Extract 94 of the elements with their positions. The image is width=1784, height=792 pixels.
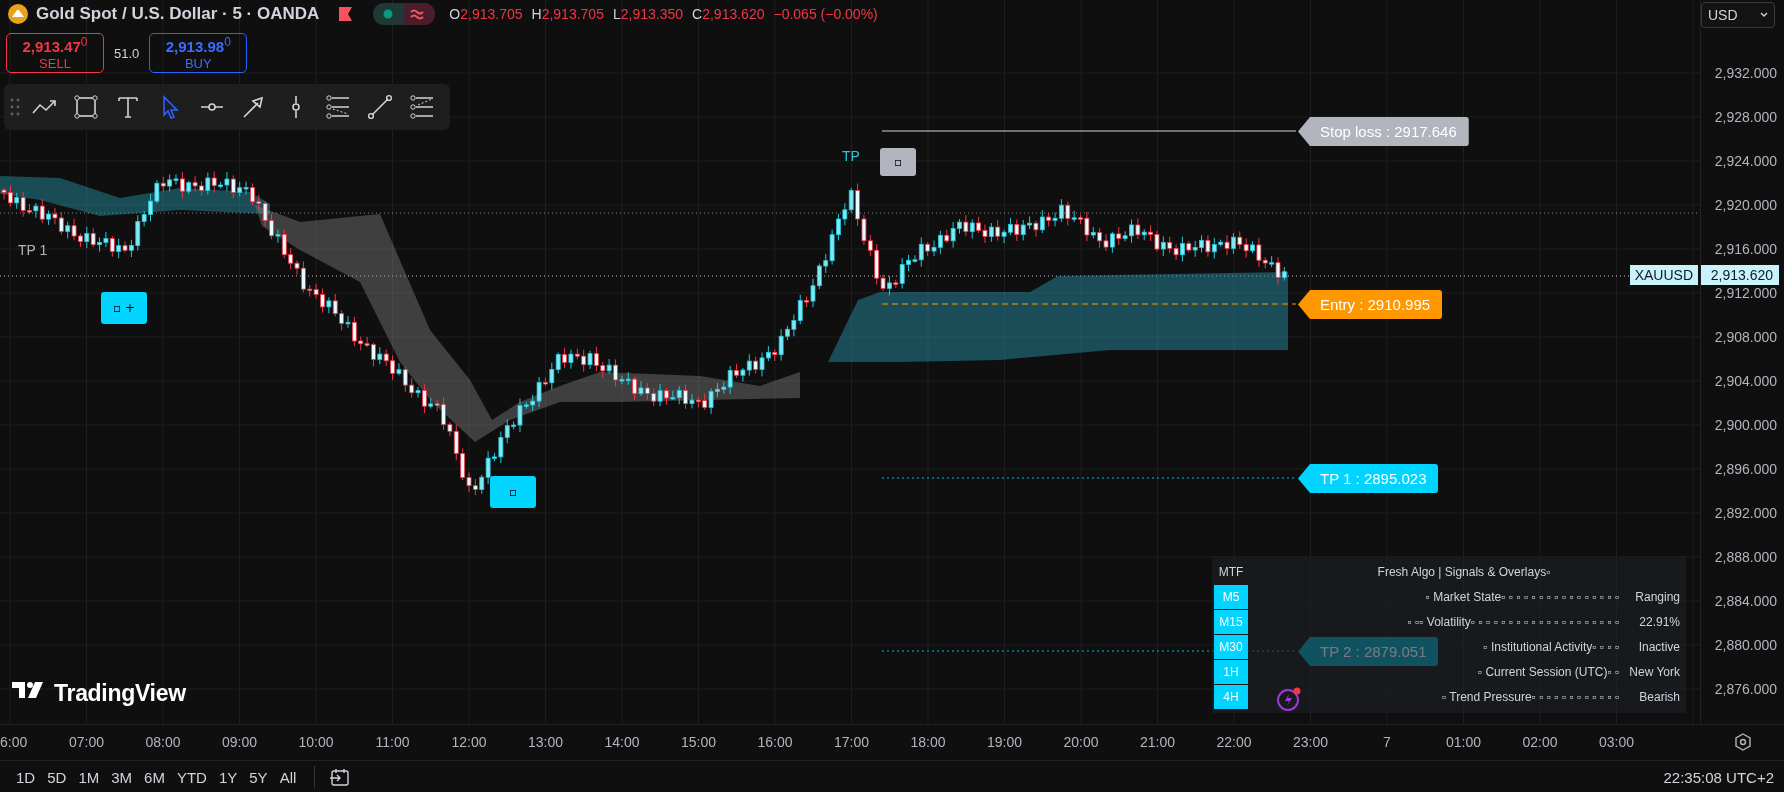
market-status-icon [373,3,436,25]
price-tick: 2,888.000 [1714,549,1777,565]
time-tick: 17:00 [834,734,869,750]
range-button[interactable]: 1M [74,766,104,788]
price-tick: 2,916.000 [1714,241,1777,257]
timeframe-cell: 4H [1214,685,1248,709]
price-tick: 2,884.000 [1714,593,1777,609]
price-tick: 2,880.000 [1714,637,1777,653]
tradingview-logo-text: TradingView [54,680,186,707]
ohlc-value: H2,913.705 [531,6,604,22]
range-button[interactable]: 3M [107,766,137,788]
range-button[interactable]: 5D [43,766,71,788]
time-tick: 7 [1383,734,1391,750]
price-tick: 2,924.000 [1714,153,1777,169]
flag-icon [337,6,354,22]
table-cell-text: Ranging [1634,589,1680,606]
table-cell: ▫ Market State▫ ▫ ▫ ▫ ▫ ▫ ▫ ▫ ▫ ▫ ▫ ▫ ▫ ▫ ▫ ▫ [1425,590,1620,604]
timeframe-cell: M5 [1214,585,1248,609]
symbol-title: Gold Spot / U.S. Dollar · 5 · OANDA [36,4,320,24]
range-button[interactable]: 5Y [245,766,272,788]
price-tick: 2,920.000 [1714,197,1777,213]
ohlc-value: L2,913.350 [612,6,684,22]
tp-marker-text: TP [842,148,860,164]
time-tick: 11:00 [375,734,410,750]
time-tick: 22:00 [1216,734,1252,750]
range-button[interactable]: 6M [140,766,169,788]
last-price-tag: 2,913.620 [1701,265,1779,285]
stop-loss-label: Stop loss : 2917.646 [1298,117,1469,146]
time-tick: 14:00 [604,734,640,750]
table-cell: ▫ ▫▫ Volatility▫ ▫ ▫ ▫ ▫ ▫ ▫ ▫ ▫ ▫ ▫ ▫ ▫ ▫ ▫ ▫ ▫ ▫ ▫ ▫ [1407,615,1620,629]
timeframe-cell: M15 [1214,610,1248,634]
tp-marker-text: TP 1 [18,242,48,258]
time-tick: 03:00 [1599,734,1634,750]
currency-dropdown[interactable]: USD [1701,2,1775,28]
timeframe-cell: M30 [1214,635,1248,659]
table-cell: ▫ Current Session (UTC)▫ ▫ [1477,665,1620,679]
time-tick: 12:00 [451,734,487,750]
timeframe-cell: 1H [1214,660,1248,684]
clock-text: 22:35:08 UTC+2 [1663,768,1774,786]
drag-handle-icon [10,97,20,117]
price-tick: 2,900.000 [1714,417,1777,433]
time-tick: 07:00 [69,734,104,750]
time-tick: 21:00 [1140,734,1175,750]
table-cell: ▫ Trend Pressure▫ ▫ ▫ ▫ ▫ ▫ ▫ ▫ ▫ ▫ ▫ ▫ [1441,690,1620,704]
price-tick: 2,896.000 [1714,461,1777,477]
price-tick: 2,928.000 [1714,109,1777,125]
time-tick: 08:00 [145,734,181,750]
time-tick: 6:00 [0,734,28,750]
time-tick: 02:00 [1522,734,1558,750]
signal-marker: ▫ [490,476,536,508]
table-title: Fresh Algo | Signals & Overlays▫ [1376,564,1552,581]
time-tick: 16:00 [757,734,793,750]
take-profit-label: TP 2 : 2879.051 [1298,637,1439,666]
coin-icon [8,4,28,24]
settings-icon[interactable] [1734,733,1752,751]
table-header: MTF [1217,564,1245,581]
table-cell: ▫ Institutional Activity▫ ▫ ▫ ▫ [1483,640,1620,654]
time-tick: 09:00 [222,734,257,750]
price-tick: 2,932.000 [1714,65,1777,81]
table-cell-text: Bearish [1638,689,1680,706]
buy-button[interactable]: 2,913.98$^{0}$ BUY [149,33,248,73]
range-button[interactable]: YTD [172,766,211,788]
time-tick: 15:00 [681,734,716,750]
price-tick: 2,876.000 [1714,681,1777,697]
time-tick: 18:00 [910,734,946,750]
time-tick: 19:00 [987,734,1022,750]
range-button[interactable]: All [275,766,301,788]
time-tick: 23:00 [1293,734,1328,750]
price-tick: 2,892.000 [1714,505,1777,521]
symbol-tag: XAUUSD [1629,265,1698,285]
signal-marker: ▫ + [101,292,147,324]
price-tick: 2,908.000 [1714,329,1777,345]
chevron-down-icon [1760,12,1768,18]
time-tick: 20:00 [1063,734,1099,750]
time-tick: 10:00 [298,734,334,750]
range-button[interactable]: 1Y [214,766,242,788]
spread-value: 51.0 [114,45,140,61]
table-cell-text: New York [1628,664,1680,681]
table-cell-text: 22.91% [1638,614,1680,631]
ohlc-value: C2,913.620 [692,6,765,22]
price-change: −0.065 (−0.00%) [773,6,878,22]
table-cell-text: Inactive [1637,639,1680,656]
calendar-arrow-icon[interactable] [329,766,352,788]
range-button[interactable]: 1D [12,766,40,788]
entry-label: Entry : 2910.995 [1298,290,1443,319]
ohlc-value: O2,913.705 [449,6,523,22]
price-tick: 2,912.000 [1714,285,1777,301]
lightning-alert-icon[interactable] [1276,686,1302,712]
time-tick: 13:00 [528,734,563,750]
take-profit-label: TP 1 : 2895.023 [1298,464,1439,493]
signal-marker: ▫ [880,148,916,176]
sell-button[interactable]: 2,913.47$^{0}$ SELL [6,33,104,73]
time-tick: 01:00 [1446,734,1481,750]
price-tick: 2,904.000 [1714,373,1777,389]
